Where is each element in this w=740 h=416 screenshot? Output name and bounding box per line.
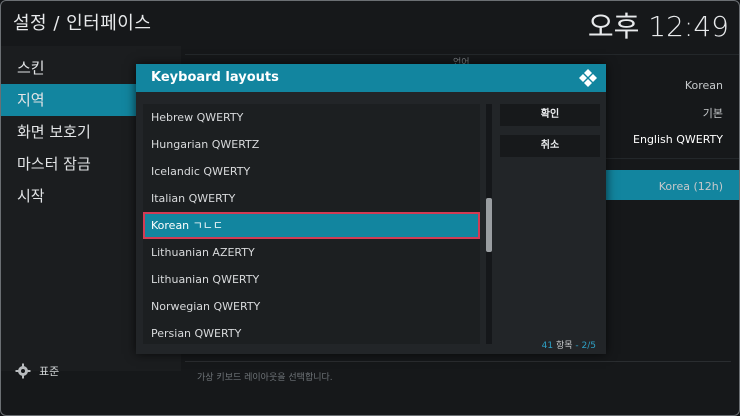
keyboard-layouts-dialog: Keyboard layouts Hebrew QWERTY Hungarian… <box>136 64 606 354</box>
page-title: 설정 / 인터페이스 <box>13 13 152 34</box>
list-item-selected[interactable]: Korean ㄱㄴㄷ <box>143 212 480 239</box>
setting-value-keyboard-layout[interactable]: English QWERTY <box>633 133 723 146</box>
divider <box>185 361 731 362</box>
setting-value-region[interactable]: Korea (12h) <box>659 180 723 193</box>
settings-level-button[interactable]: 표준 <box>15 363 59 379</box>
app-window: 설정 / 인터페이스 오후 12:49 스킨 지역 화면 보호기 마스터 잠금 … <box>0 0 740 416</box>
list-item[interactable]: Lithuanian QWERTY <box>143 266 480 293</box>
settings-level-label: 표준 <box>39 365 60 378</box>
help-text: 가상 키보드 레이아웃을 선택합니다. <box>197 373 333 383</box>
kodi-logo-icon <box>579 69 597 87</box>
setting-value-charset[interactable]: 기본 <box>703 105 723 121</box>
list-item[interactable]: Hebrew QWERTY <box>143 104 480 131</box>
gear-icon <box>15 363 31 379</box>
list-item[interactable]: Italian QWERTY <box>143 185 480 212</box>
dialog-title: Keyboard layouts <box>151 70 279 85</box>
item-count-label: 항목 <box>555 341 573 351</box>
item-count-number: 41 <box>541 341 554 351</box>
list-item[interactable]: Icelandic QWERTY <box>143 158 480 185</box>
list-item[interactable]: Norwegian QWERTY <box>143 293 480 320</box>
cancel-button[interactable]: 취소 <box>500 135 600 157</box>
scrollbar-thumb[interactable] <box>486 198 492 252</box>
setting-value-language[interactable]: Korean <box>685 79 723 92</box>
dialog-header: Keyboard layouts <box>136 64 606 92</box>
scrollbar[interactable] <box>486 104 492 344</box>
list-item[interactable]: Hungarian QWERTZ <box>143 131 480 158</box>
list-item[interactable]: Lithuanian AZERTY <box>143 239 480 266</box>
page-indicator: 2/5 <box>581 341 596 351</box>
list-item[interactable]: Persian QWERTY <box>143 320 480 347</box>
clock: 오후 12:49 <box>587 10 729 43</box>
ok-button[interactable]: 확인 <box>500 104 600 126</box>
keyboard-layout-list: Hebrew QWERTY Hungarian QWERTZ Icelandic… <box>143 104 480 344</box>
item-count: 41 항목 - 2/5 <box>541 341 596 351</box>
